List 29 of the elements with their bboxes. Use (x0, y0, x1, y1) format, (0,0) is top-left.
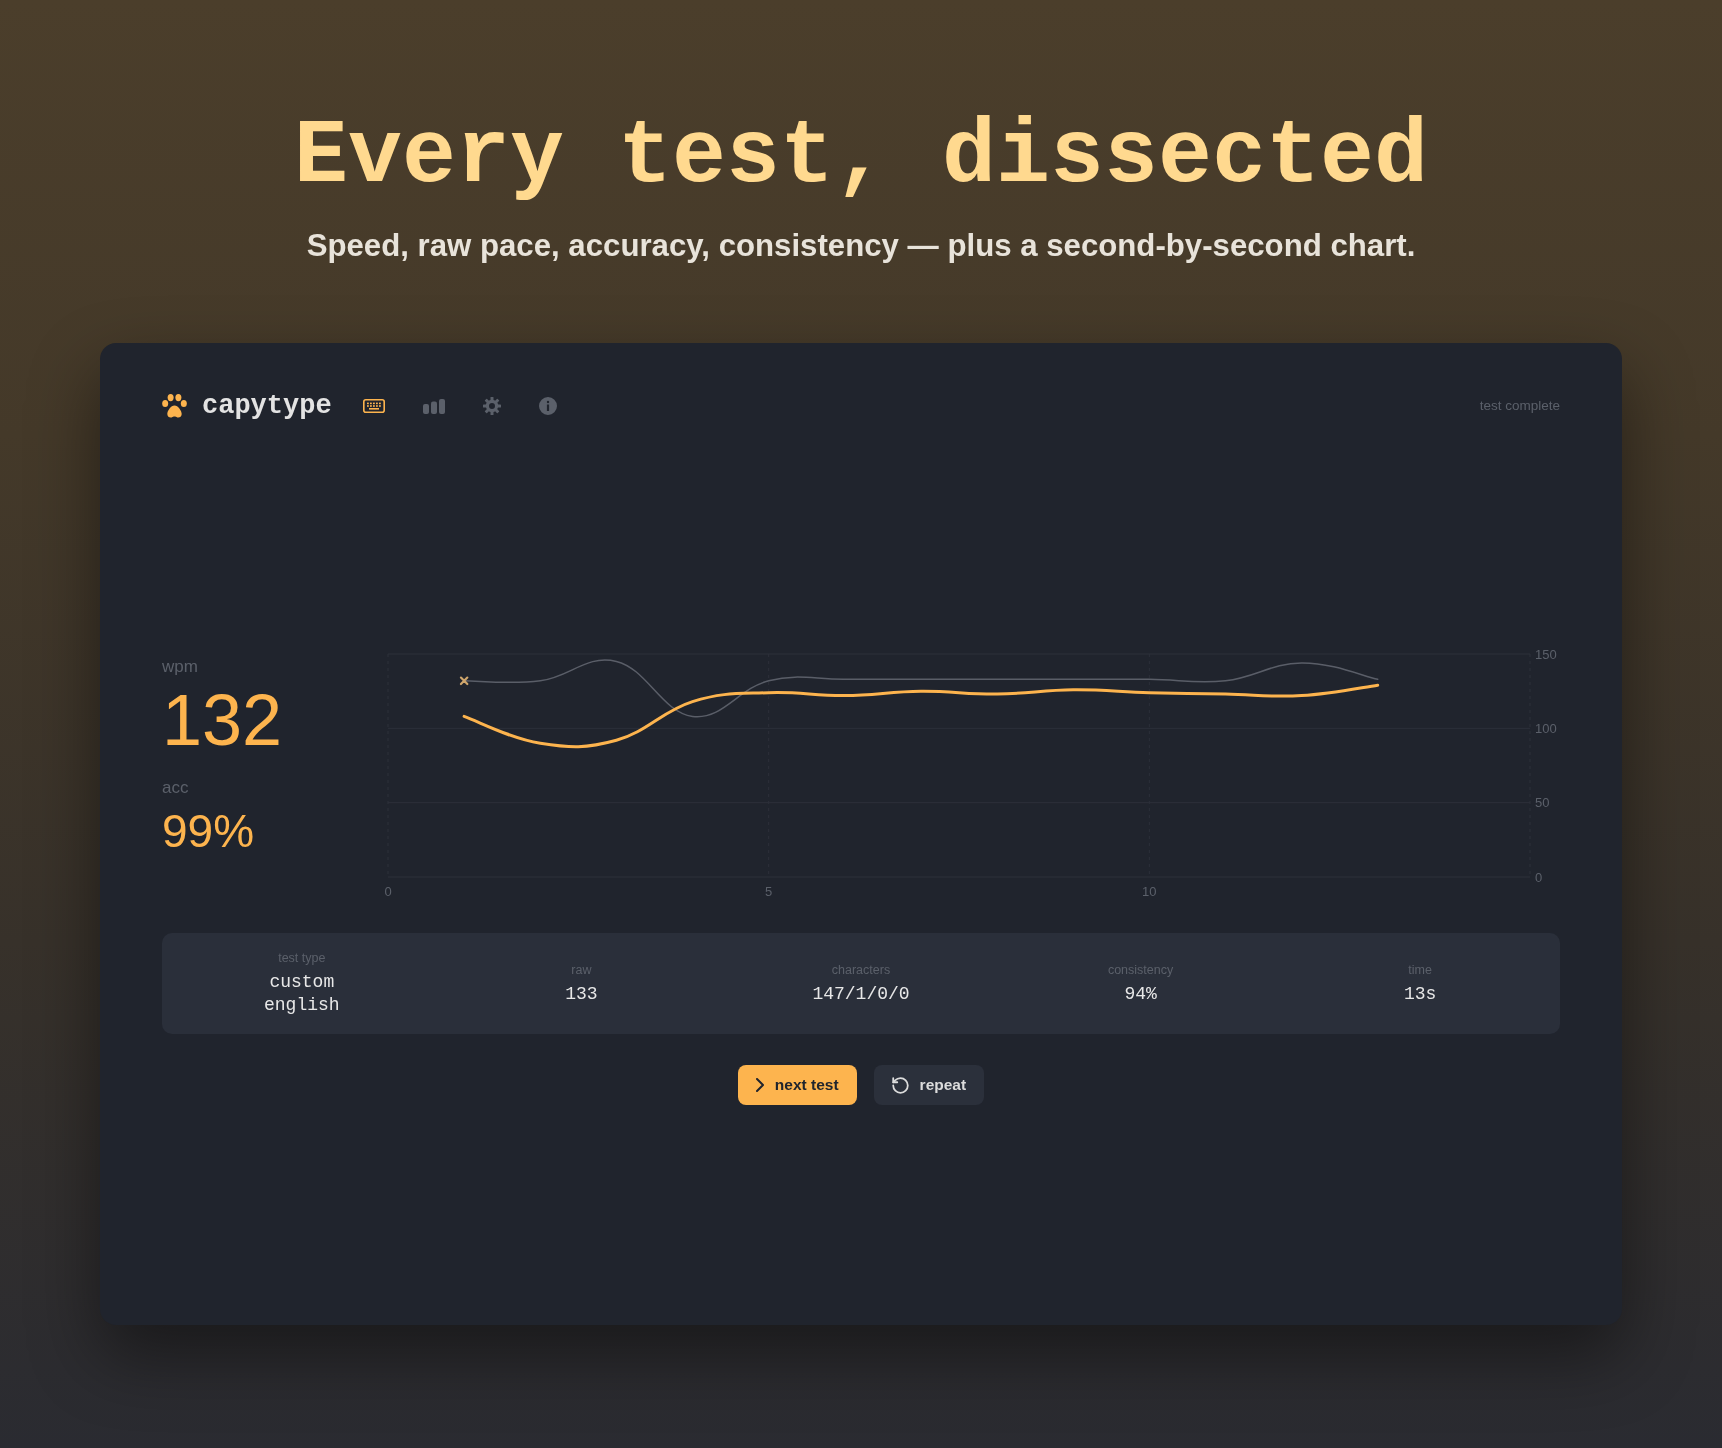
status-text: test complete (1479, 398, 1560, 414)
repeat-button[interactable]: repeat (873, 1065, 985, 1105)
paw-icon (162, 394, 187, 418)
axis-label: 5 (765, 883, 773, 899)
stat-value: 13s (1403, 982, 1437, 1006)
stat-value: custom english (264, 971, 340, 1017)
axis-label: 100 (1535, 720, 1557, 736)
axis-label: 10 (1142, 883, 1157, 899)
headline: Every test, dissected (292, 112, 1430, 202)
axis-label: 0 (1535, 869, 1543, 885)
axis-label: 50 (1535, 795, 1550, 811)
axis-label: 0 (384, 883, 392, 899)
logo-text: capytype (202, 390, 332, 423)
acc-label: acc (162, 778, 189, 798)
stat-value: 94% (1124, 982, 1157, 1006)
stat-value: 133 (565, 982, 598, 1006)
subtitle: Speed, raw pace, accuracy, consistency — plus a second-by-second chart. (305, 228, 1417, 264)
keyboard-icon[interactable] (362, 399, 385, 413)
wpm-label: wpm (162, 657, 198, 677)
chevron-icon (755, 1078, 764, 1092)
info-icon[interactable] (538, 397, 557, 415)
next-test-button[interactable]: next test (737, 1065, 857, 1105)
wpm-value: 132 (162, 684, 283, 756)
circular-arrow-icon (891, 1076, 909, 1094)
bar-chart-icon[interactable] (422, 398, 445, 414)
settings-icon[interactable] (482, 397, 501, 415)
acc-value: 99% (162, 808, 255, 854)
axis-label: 150 (1535, 646, 1557, 662)
stat-value: 147/1/0/0 (812, 982, 910, 1006)
